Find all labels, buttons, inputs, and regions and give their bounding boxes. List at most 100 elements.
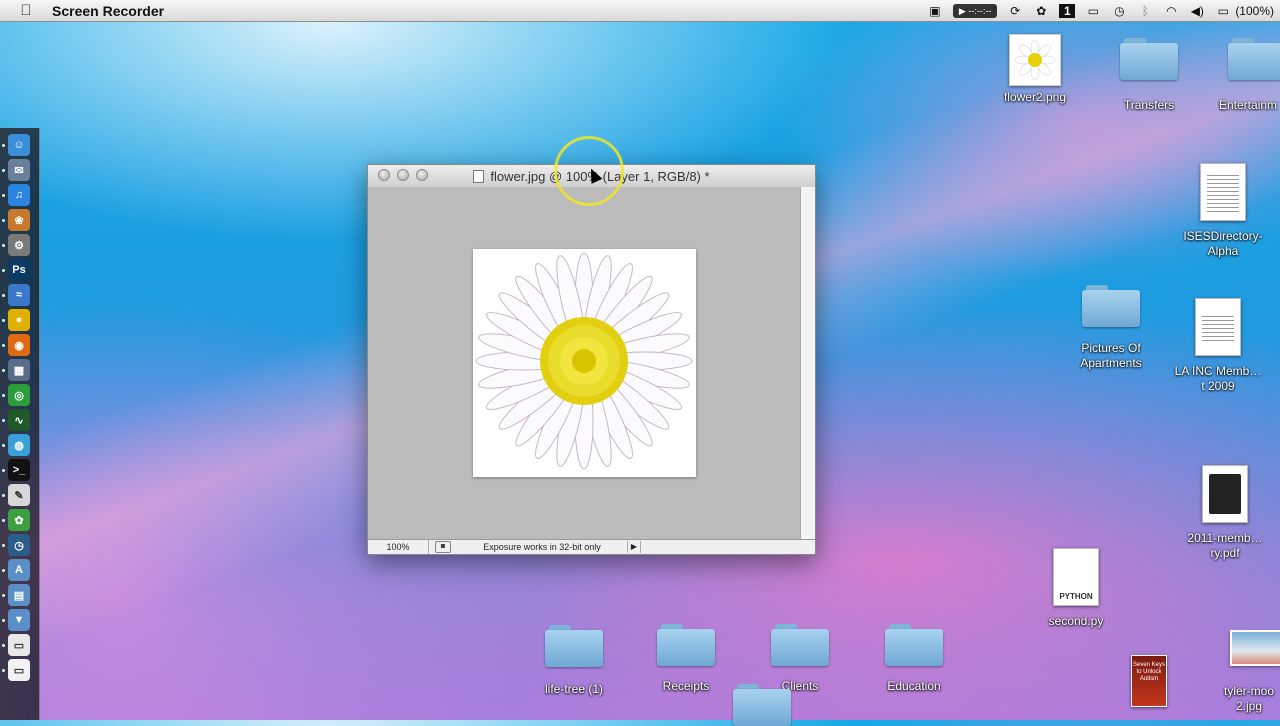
status-bar: 100% ◙ Exposure works in 32-bit only ▶ [368,539,815,554]
desktop-icon-flower2[interactable]: flower2.png [980,34,1090,105]
dock-running-indicator [2,419,5,422]
document-icon [1200,163,1246,221]
screen-icon[interactable]: ▭ [1085,4,1101,18]
battery-percent: (100%) [1235,4,1274,18]
dock-item-notes[interactable]: ▭ [8,659,30,681]
dock-item-time-app[interactable]: ◷ [8,534,30,556]
folder-icon [771,624,829,666]
dock-item-chrome[interactable]: ◎ [8,384,30,406]
document-proxy-icon[interactable] [473,169,485,183]
desktop-icon-tyler-moo[interactable]: tyler-moo 2.jpg [1200,630,1280,714]
dock-running-indicator [2,444,5,447]
dock-running-indicator [2,144,5,147]
settings-icon[interactable]: ✿ [1033,4,1049,18]
folder-icon [657,624,715,666]
dock-running-indicator [2,644,5,647]
window-controls [378,169,428,181]
dock-item-terminal[interactable]: >_ [8,459,30,481]
wifi-icon[interactable]: ◠ [1163,4,1179,18]
desktop-icon-label: ISESDirectory-Alpha [1183,229,1263,258]
dock-running-indicator [2,344,5,347]
dock-running-indicator [2,319,5,322]
dock: ☺ ✉ ♫ ❀ ⚙ Ps ≈ ● ◉ ▦ ◎ ∿ ◍ >_ ✎ ✿ ◷ A ▤ ▼ ▭ ▭ [0,128,40,720]
dock-running-indicator [2,369,5,372]
status-menu-area: ▣ ▶ --:--:-- ⟳ ✿ 1 ▭ ◷ ᛒ ◠ ◀) ▭ (100%) [927,0,1274,22]
desktop-icon-la-inc[interactable]: LA INC Memb…t 2009 [1163,298,1273,394]
desktop-icon-education[interactable]: Education [859,624,969,694]
dock-item-activity-monitor[interactable]: ∿ [8,409,30,431]
desktop-icon-label: LA INC Memb…t 2009 [1174,364,1262,393]
volume-icon[interactable]: ◀) [1189,4,1205,18]
zoom-button[interactable] [416,169,428,181]
dock-item-iphoto[interactable]: ❀ [8,209,30,231]
dock-item-firefox[interactable]: ◉ [8,334,30,356]
desktop-icon-label: 2011-memb…ry.pdf [1187,531,1263,560]
zoom-field[interactable]: 100% [368,540,429,554]
dock-item-finder[interactable]: ☺ [8,134,30,156]
dock-running-indicator [2,569,5,572]
dock-item-calendar[interactable]: ▭ [8,634,30,656]
desktop-icon-isesdirectory[interactable]: ISESDirectory-Alpha [1168,163,1278,259]
dock-item-frog-app[interactable]: ✿ [8,509,30,531]
status-menu-arrow-icon[interactable]: ▶ [627,541,641,553]
dock-running-indicator [2,219,5,222]
minimize-button[interactable] [397,169,409,181]
dock-running-indicator [2,394,5,397]
recorder-timer[interactable]: ▶ --:--:-- [952,4,998,18]
dock-item-documents-folder[interactable]: ▤ [8,584,30,606]
dock-item-mail[interactable]: ✉ [8,159,30,181]
pdf-document-icon [1202,465,1248,523]
dock-running-indicator [2,269,5,272]
photoshop-document-window[interactable]: flower.jpg @ 100% (Layer 1, RGB/8) * 100… [367,164,816,555]
one-badge-icon[interactable]: 1 [1059,4,1076,18]
document-icon [1195,298,1241,356]
desktop-icon-life-tree[interactable]: life-tree (1) [519,625,629,697]
desktop-icon-label: life-tree (1) [544,682,603,696]
dock-item-cyberduck[interactable]: ● [8,309,30,331]
vertical-scrollbar[interactable] [800,187,815,540]
dock-item-photoshop[interactable]: Ps [8,259,30,281]
sync-icon[interactable]: ⟳ [1007,4,1023,18]
status-info-icon[interactable]: ◙ [435,541,451,553]
dock-item-globe-app[interactable]: ◍ [8,434,30,456]
dock-item-preview[interactable]: ✎ [8,484,30,506]
battery-indicator[interactable]: ▭ (100%) [1215,4,1274,18]
dock-running-indicator [2,519,5,522]
dock-item-grid-app[interactable]: ▦ [8,359,30,381]
canvas-area[interactable] [368,187,801,540]
apple-logo-icon[interactable]:  [0,2,52,19]
desktop-icon-label: second.py [1048,614,1104,628]
desktop-icon-second-py[interactable]: PYTHON second.py [1021,548,1131,629]
daisy-illustration [475,252,693,470]
app-name-menu[interactable]: Screen Recorder [52,3,164,19]
folder-icon [1120,38,1178,80]
desktop-icon-pictures-of-apartments[interactable]: Pictures Of Apartments [1056,285,1166,371]
dock-item-downloads-folder[interactable]: ▼ [8,609,30,631]
dock-running-indicator [2,669,5,672]
battery-icon: ▭ [1217,4,1229,18]
dock-item-wave-app[interactable]: ≈ [8,284,30,306]
desktop-icon-label: Education [887,679,941,693]
dock-item-system-preferences[interactable]: ⚙ [8,234,30,256]
dock-item-itunes[interactable]: ♫ [8,184,30,206]
desktop-icon-label: flower2.png [1003,90,1067,104]
display-icon[interactable]: ▣ [927,4,943,18]
close-button[interactable] [378,169,390,181]
folder-icon [1082,285,1140,327]
python-file-icon: PYTHON [1053,548,1099,606]
bluetooth-icon[interactable]: ᛒ [1137,4,1153,18]
desktop-icon-entertainment[interactable]: Entertainm [1198,38,1280,113]
dock-running-indicator [2,544,5,547]
dock-item-applications-folder[interactable]: A [8,559,30,581]
desktop-icon-label: Pictures Of Apartments [1080,341,1142,370]
desktop-icon-label: Entertainm [1219,98,1278,112]
time-machine-icon[interactable]: ◷ [1111,4,1127,18]
photo-thumbnail-icon [1230,630,1280,666]
flower-image[interactable] [473,249,696,477]
desktop-icon-transfers[interactable]: Transfers [1094,38,1204,113]
desktop-icon-2011-membership-pdf[interactable]: 2011-memb…ry.pdf [1170,465,1280,561]
folder-icon [545,625,603,667]
dock-running-indicator [2,494,5,497]
folder-icon [885,624,943,666]
desktop-icon-book-cover[interactable]: Seven Keys to Unlock Autism [1118,655,1180,707]
